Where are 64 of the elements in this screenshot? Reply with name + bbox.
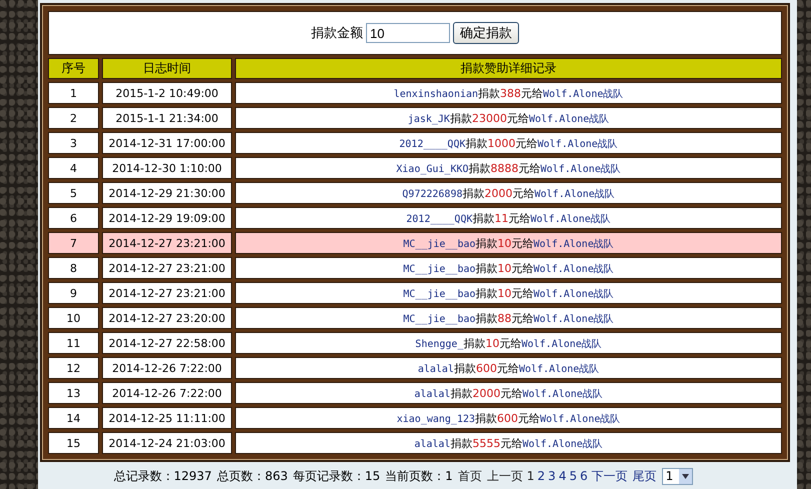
table-cell: 2014-12-27 23:20:00 bbox=[102, 307, 232, 329]
donation-record: xiao_wang_123捐款600元给Wolf.Alone战队 bbox=[235, 407, 782, 429]
table-cell: 14 bbox=[48, 407, 99, 429]
amount-field[interactable]: 10 bbox=[366, 23, 450, 43]
column-header: 序号 bbox=[48, 58, 99, 79]
table-cell: 1 bbox=[48, 82, 99, 104]
donation-record: Xiao_Gui_KKO捐款8888元给Wolf.Alone战队 bbox=[235, 157, 782, 179]
table-cell: 2014-12-27 23:21:00 bbox=[102, 282, 232, 304]
table-cell: 2014-12-26 7:22:00 bbox=[102, 357, 232, 379]
donation-record: Q972226898捐款2000元给Wolf.Alone战队 bbox=[235, 182, 782, 204]
donation-record: alalal捐款600元给Wolf.Alone战队 bbox=[235, 357, 782, 379]
page-link[interactable]: 2 bbox=[537, 469, 546, 483]
donation-record: MC__jie__bao捐款10元给Wolf.Alone战队 bbox=[235, 257, 782, 279]
column-header: 捐款赞助详细记录 bbox=[235, 58, 782, 79]
table-cell: 2014-12-27 22:58:00 bbox=[102, 332, 232, 354]
table-cell: 2 bbox=[48, 107, 99, 129]
table-cell: 6 bbox=[48, 207, 99, 229]
donation-record: jask_JK捐款23000元给Wolf.Alone战队 bbox=[235, 107, 782, 129]
record-stat: 当前页数：1 bbox=[385, 468, 453, 484]
page-link[interactable]: 6 bbox=[580, 469, 588, 483]
donation-record: alalal捐款2000元给Wolf.Alone战队 bbox=[235, 382, 782, 404]
table-cell: 2015-1-1 21:34:00 bbox=[102, 107, 232, 129]
table-cell: 9 bbox=[48, 282, 99, 304]
table-cell: 2014-12-26 7:22:00 bbox=[102, 382, 232, 404]
table-cell: 12 bbox=[48, 357, 99, 379]
table-cell: 8 bbox=[48, 257, 99, 279]
donate-button[interactable]: 确定捐款 bbox=[453, 22, 519, 44]
page-link[interactable]: 4 bbox=[558, 469, 566, 483]
column-header: 日志时间 bbox=[102, 58, 232, 79]
table-cell: 7 bbox=[48, 232, 99, 254]
donation-record: lenxinshaonian捐款388元给Wolf.Alone战队 bbox=[235, 82, 782, 104]
donation-record: MC__jie__bao捐款10元给Wolf.Alone战队 bbox=[235, 232, 782, 254]
table-cell: 2014-12-29 19:09:00 bbox=[102, 207, 232, 229]
table-cell: 2014-12-31 17:00:00 bbox=[102, 132, 232, 154]
donation-record: alalal捐款5555元给Wolf.Alone战队 bbox=[235, 432, 782, 454]
page-select[interactable]: 1 bbox=[662, 468, 694, 484]
page-link[interactable]: 3 bbox=[548, 469, 556, 483]
donation-record: 2012____QQK捐款1000元给Wolf.Alone战队 bbox=[235, 132, 782, 154]
table-cell: 2014-12-27 23:21:00 bbox=[102, 232, 232, 254]
table-cell: 2014-12-30 1:10:00 bbox=[102, 157, 232, 179]
page-link[interactable]: 5 bbox=[569, 469, 577, 483]
table-cell: 4 bbox=[48, 157, 99, 179]
table-cell: 15 bbox=[48, 432, 99, 454]
table-cell: 2015-1-2 10:49:00 bbox=[102, 82, 232, 104]
table-cell: 2014-12-25 11:11:00 bbox=[102, 407, 232, 429]
donation-record: MC__jie__bao捐款88元给Wolf.Alone战队 bbox=[235, 307, 782, 329]
table-cell: 10 bbox=[48, 307, 99, 329]
donation-record: MC__jie__bao捐款10元给Wolf.Alone战队 bbox=[235, 282, 782, 304]
page-nav-link[interactable]: 尾页 bbox=[632, 468, 657, 484]
amount-label: 捐款金额 bbox=[311, 25, 363, 42]
table-cell: 5 bbox=[48, 182, 99, 204]
page-nav-link[interactable]: 下一页 bbox=[592, 468, 628, 484]
donation-record: 2012____QQK捐款11元给Wolf.Alone战队 bbox=[235, 207, 782, 229]
table-cell: 3 bbox=[48, 132, 99, 154]
table-cell: 2014-12-29 21:30:00 bbox=[102, 182, 232, 204]
record-stat: 每页记录数：15 bbox=[292, 468, 380, 484]
record-stat: 总记录数：12937 bbox=[114, 468, 212, 484]
table-cell: 11 bbox=[48, 332, 99, 354]
table-cell: 13 bbox=[48, 382, 99, 404]
table-cell: 2014-12-27 23:21:00 bbox=[102, 257, 232, 279]
record-stat: 总页数：863 bbox=[216, 468, 288, 484]
donation-record: Shengge_捐款10元给Wolf.Alone战队 bbox=[235, 332, 782, 354]
table-cell: 2014-12-24 21:03:00 bbox=[102, 432, 232, 454]
page-link[interactable]: 1 bbox=[526, 469, 534, 483]
